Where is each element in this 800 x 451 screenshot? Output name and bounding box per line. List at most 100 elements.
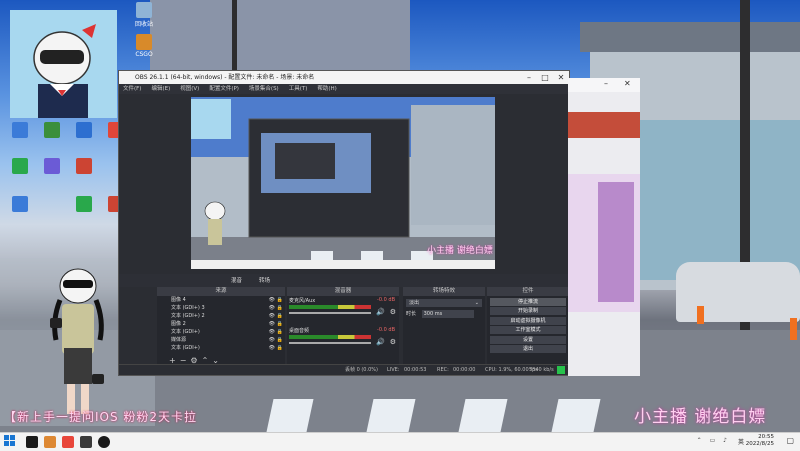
- lock-icon[interactable]: 🔒: [277, 320, 283, 328]
- desktop-icon[interactable]: [4, 196, 36, 213]
- controls-dock-header: 控件: [487, 287, 569, 296]
- taskbar-app-icon[interactable]: [26, 436, 38, 448]
- desktop-icon[interactable]: [4, 158, 36, 175]
- source-item[interactable]: 文本 (GDI+) 3 👁 🔒: [157, 304, 285, 312]
- volume-slider[interactable]: [289, 312, 371, 314]
- menu-scene-collection[interactable]: 场景集合(S): [249, 84, 279, 94]
- utility-pole: [232, 0, 237, 80]
- mixer-dock: 麦克风/Aux -0.0 dB 🔊 ⚙ 桌面音频 -0.0 dB 🔊 ⚙: [287, 296, 399, 364]
- transition-duration-row: 时长 300 ms: [406, 310, 482, 318]
- mixer-dock-header: 混音器: [287, 287, 399, 296]
- menu-profile[interactable]: 配置文件(P): [209, 84, 239, 94]
- desktop-icon[interactable]: [4, 122, 36, 139]
- stop-streaming-button[interactable]: 停止推流: [490, 297, 566, 306]
- desktop-icon-recycle[interactable]: 回收站: [128, 2, 160, 28]
- minimize-button[interactable]: –: [521, 71, 537, 84]
- crosswalk-stripe: [551, 399, 601, 432]
- studio-mode-button[interactable]: 工作室模式: [490, 326, 566, 334]
- speaker-icon[interactable]: 🔊: [376, 338, 385, 346]
- maximize-button[interactable]: □: [537, 71, 553, 84]
- menu-tools[interactable]: 工具(T): [289, 84, 308, 94]
- gear-icon[interactable]: ⚙: [390, 308, 396, 316]
- eye-icon[interactable]: 👁: [269, 328, 275, 336]
- virtual-camera-button[interactable]: 启动虚拟摄像机: [490, 316, 566, 325]
- gear-icon[interactable]: ⚙: [390, 338, 396, 346]
- source-item[interactable]: 文本 (GDI+) 👁 🔒: [157, 328, 285, 336]
- taskbar-app-icon[interactable]: [62, 436, 74, 448]
- building-right-glass: [640, 120, 800, 280]
- eye-icon[interactable]: 👁: [269, 344, 275, 352]
- speaker-icon[interactable]: 🔊: [376, 308, 385, 316]
- taskbar-app-icon[interactable]: [44, 436, 56, 448]
- lock-icon[interactable]: 🔒: [277, 304, 283, 312]
- source-label: 文本 (GDI+) 3: [171, 305, 205, 311]
- eye-icon[interactable]: 👁: [269, 304, 275, 312]
- win2-header: [568, 112, 640, 138]
- menu-view[interactable]: 视图(V): [180, 84, 199, 94]
- lock-icon[interactable]: 🔒: [277, 296, 283, 304]
- menu-help[interactable]: 帮助(H): [317, 84, 336, 94]
- lock-icon[interactable]: 🔒: [277, 312, 283, 320]
- transition-select[interactable]: 淡出 ⌄: [406, 299, 482, 307]
- lock-icon[interactable]: 🔒: [277, 328, 283, 336]
- tab-mixer[interactable]: 混音: [231, 276, 242, 284]
- notification-icon[interactable]: ▢: [786, 436, 794, 445]
- duration-input[interactable]: 300 ms: [421, 310, 474, 318]
- lock-icon[interactable]: 🔒: [277, 336, 283, 344]
- channel-db: -0.0 dB: [377, 297, 395, 303]
- settings-button[interactable]: 设置: [490, 335, 566, 344]
- source-item[interactable]: 图像 2 👁 🔒: [157, 320, 285, 328]
- taskbar-app-icon[interactable]: [80, 436, 92, 448]
- close-button[interactable]: ✕: [624, 79, 631, 88]
- avatar-image-top: [10, 10, 117, 118]
- input-language[interactable]: 英: [738, 437, 744, 446]
- obs-menubar: 文件(F) 编辑(E) 视图(V) 配置文件(P) 场景集合(S) 工具(T) …: [119, 84, 569, 94]
- obs-taskbar-icon[interactable]: [98, 436, 110, 448]
- menu-edit[interactable]: 编辑(E): [151, 84, 170, 94]
- eye-icon[interactable]: 👁: [269, 320, 275, 328]
- crosswalk-stripe: [458, 399, 508, 432]
- source-item[interactable]: 媒体源 👁 🔒: [157, 336, 285, 344]
- desktop-icon-csgo[interactable]: CSGO: [128, 34, 160, 58]
- traffic-cone: [697, 306, 704, 324]
- source-label: 图像 4: [171, 297, 186, 303]
- start-recording-button[interactable]: 开始录制: [490, 307, 566, 315]
- helmet-girl-illustration: [10, 10, 117, 118]
- close-button[interactable]: ✕: [553, 71, 569, 84]
- clock-date: 2022/8/25: [745, 441, 774, 447]
- desktop-icon[interactable]: [68, 158, 100, 175]
- taskbar-clock[interactable]: 20:55 2022/8/25: [746, 434, 774, 448]
- source-item[interactable]: 文本 (GDI+) 👁 🔒: [157, 344, 285, 352]
- volume-slider[interactable]: [289, 342, 371, 344]
- lock-icon[interactable]: 🔒: [277, 344, 283, 352]
- tab-transitions[interactable]: 转场: [259, 276, 270, 284]
- eye-icon[interactable]: 👁: [269, 296, 275, 304]
- minimize-button[interactable]: –: [604, 79, 608, 88]
- desktop-icon[interactable]: [68, 122, 100, 139]
- app-icon: [44, 158, 60, 174]
- source-item[interactable]: 图像 4 👁 🔒: [157, 296, 285, 304]
- eye-icon[interactable]: 👁: [269, 336, 275, 344]
- exit-button[interactable]: 退出: [490, 345, 566, 353]
- eye-icon[interactable]: 👁: [269, 312, 275, 320]
- source-label: 媒体源: [171, 337, 187, 343]
- obs-preview[interactable]: 小主播 谢绝白嫖: [191, 97, 495, 269]
- desktop-icon[interactable]: [68, 196, 100, 213]
- menu-file[interactable]: 文件(F): [123, 84, 141, 94]
- start-button[interactable]: [4, 435, 16, 447]
- source-item[interactable]: 文本 (GDI+) 2 👁 🔒: [157, 312, 285, 320]
- live-time: 00:00:53: [404, 367, 427, 373]
- mixer-channel: 麦克风/Aux -0.0 dB 🔊 ⚙: [287, 296, 399, 326]
- windows-logo-icon: [4, 435, 15, 446]
- app-icon: [44, 122, 60, 138]
- building-right-roof: [580, 22, 800, 52]
- source-label: 文本 (GDI+) 2: [171, 313, 205, 319]
- duration-label: 时长: [406, 311, 417, 317]
- desktop-icon[interactable]: [36, 122, 68, 139]
- recycle-bin-icon: [136, 2, 152, 18]
- transitions-dock-header: 转场特效: [403, 287, 485, 296]
- tray-icons: ⌃ ▭ ♪: [696, 437, 730, 444]
- sources-dock: 图像 4 👁 🔒 文本 (GDI+) 3 👁 🔒 文本 (GDI+) 2 👁 🔒 图像 2 👁…: [157, 296, 285, 365]
- desktop-icon[interactable]: [36, 158, 68, 175]
- transitions-dock: 淡出 ⌄ 时长 300 ms: [403, 296, 485, 364]
